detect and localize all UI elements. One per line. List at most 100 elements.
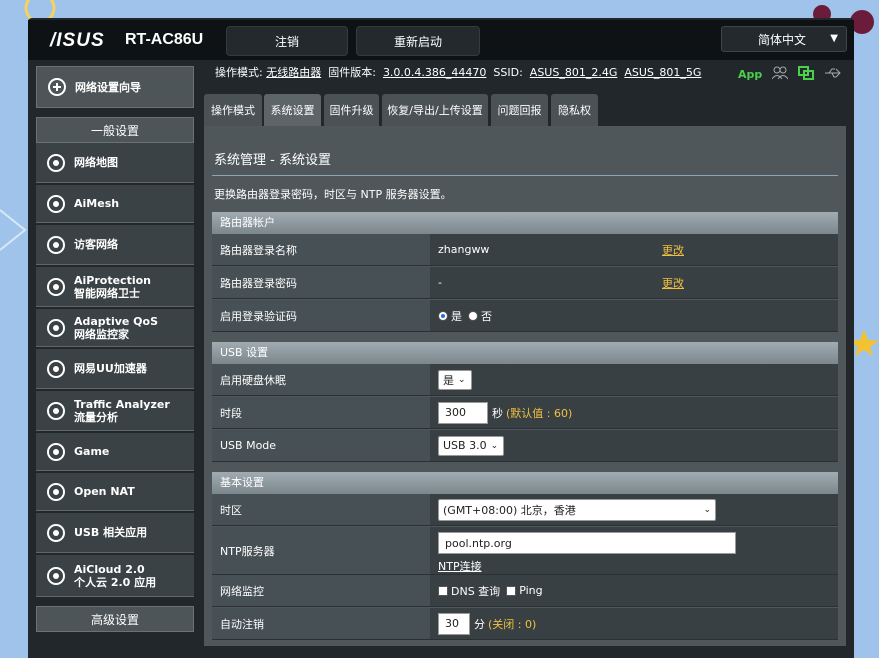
- sidebar-item-uu-accelerator[interactable]: 网易UU加速器: [36, 349, 194, 389]
- sidebar-item-label: 网易UU加速器: [74, 362, 147, 375]
- tab-privacy[interactable]: 隐私权: [551, 94, 598, 126]
- sidebar-item-label: Open NAT: [74, 485, 135, 498]
- sidebar-item-network-map[interactable]: 网络地图: [36, 143, 194, 183]
- tab-restore-save[interactable]: 恢复/导出/上传设置: [382, 94, 488, 126]
- sidebar-item-label: 访客网络: [74, 238, 118, 251]
- sidebar-item-label: 网络设置向导: [75, 81, 141, 94]
- sidebar-item-label: AiCloud 2.0: [74, 562, 145, 576]
- uu-accelerator-icon: [42, 355, 70, 383]
- sidebar-item-sublabel: 个人云 2.0 应用: [74, 575, 157, 589]
- ssid-label: SSID:: [493, 66, 523, 79]
- auto-logout-hint: (关闭 : 0): [488, 617, 537, 631]
- sidebar-item-game[interactable]: Game: [36, 433, 194, 471]
- login-name-value: zhangww: [438, 243, 490, 256]
- sidebar-item-traffic-analyzer[interactable]: Traffic Analyzer 流量分析: [36, 391, 194, 431]
- dns-query-checkbox[interactable]: [438, 585, 448, 596]
- reboot-button[interactable]: 重新启动: [356, 26, 480, 56]
- table-row: 路由器登录密码 - 更改: [212, 267, 838, 299]
- captcha-no-label: 否: [481, 309, 492, 323]
- qos-icon: [42, 314, 70, 342]
- ping-label: Ping: [519, 584, 543, 597]
- ping-checkbox[interactable]: [506, 585, 517, 596]
- section-router-account: 路由器帐户: [212, 212, 838, 234]
- dns-query-label: DNS 查询: [451, 584, 501, 598]
- sidebar-item-open-nat[interactable]: Open NAT: [36, 473, 194, 511]
- usb-app-icon: [42, 519, 70, 547]
- general-settings-header: 一般设置: [36, 117, 194, 143]
- change-password-link[interactable]: 更改: [662, 275, 684, 291]
- table-row: NTP服务器 pool.ntp.org NTP连接: [212, 527, 838, 575]
- sidebar-item-label: Traffic Analyzer: [74, 397, 170, 411]
- change-login-name-link[interactable]: 更改: [662, 242, 684, 258]
- aimesh-icon: [42, 190, 70, 218]
- captcha-no-radio[interactable]: [468, 310, 478, 321]
- page-title: 系统管理 - 系统设置: [214, 153, 331, 168]
- section-usb: USB 设置: [212, 342, 838, 364]
- ntp-server-label: NTP服务器: [212, 527, 430, 574]
- status-icons: App: [738, 66, 842, 83]
- aiprotection-icon: [42, 273, 70, 301]
- language-select[interactable]: 简体中文 ▼: [721, 26, 847, 52]
- sidebar-item-label: 网络地图: [74, 156, 118, 169]
- auto-logout-unit: 分: [474, 617, 485, 631]
- usb-icon[interactable]: [824, 67, 842, 82]
- usb-mode-label: USB Mode: [212, 430, 430, 461]
- sidebar-item-label: AiProtection: [74, 273, 151, 287]
- captcha-yes-radio[interactable]: [438, 310, 448, 321]
- tab-firmware-upgrade[interactable]: 固件升级: [324, 94, 379, 126]
- period-label: 时段: [212, 397, 430, 428]
- hdd-sleep-select[interactable]: 是 ⌄: [438, 369, 472, 390]
- sidebar-item-sublabel: 智能网络卫士: [74, 286, 140, 300]
- sidebar-item-aimesh[interactable]: AiMesh: [36, 185, 194, 223]
- sidebar-item-guest-network[interactable]: 访客网络: [36, 225, 194, 265]
- network-icon[interactable]: [798, 66, 815, 83]
- ntp-server-input[interactable]: pool.ntp.org: [438, 532, 736, 554]
- login-name-label: 路由器登录名称: [212, 234, 430, 265]
- logout-button[interactable]: 注销: [226, 26, 348, 56]
- table-row: 时区 (GMT+08:00) 北京，香港 ⌄: [212, 494, 838, 526]
- period-input[interactable]: 300: [438, 401, 488, 424]
- mode-value-link[interactable]: 无线路由器: [266, 66, 321, 79]
- advanced-settings-header: 高级设置: [36, 606, 194, 632]
- table-row: 路由器登录名称 zhangww 更改: [212, 234, 838, 266]
- login-password-value: -: [438, 276, 442, 289]
- page-description: 更换路由器登录密码，时区与 NTP 服务器设置。: [214, 188, 452, 201]
- timezone-value: (GMT+08:00) 北京，香港: [443, 503, 576, 517]
- ssid-24-link[interactable]: ASUS_801_2.4G: [530, 66, 618, 79]
- game-icon: [42, 438, 70, 466]
- chevron-down-icon: ⌄: [458, 374, 466, 385]
- aicloud-icon: [42, 562, 70, 590]
- ntp-link[interactable]: NTP连接: [438, 558, 838, 574]
- network-monitor-label: 网络监控: [212, 575, 430, 606]
- timezone-select[interactable]: (GMT+08:00) 北京，香港 ⌄: [438, 498, 716, 521]
- map-icon: [42, 149, 70, 177]
- captcha-label: 启用登录验证码: [212, 300, 430, 331]
- period-unit: 秒: [492, 406, 503, 420]
- open-nat-icon: [42, 478, 70, 506]
- table-row: 时段 300 秒 (默认值 : 60): [212, 397, 838, 429]
- tab-system-settings[interactable]: 系统设置: [264, 94, 321, 126]
- sidebar-item-usb-application[interactable]: USB 相关应用: [36, 513, 194, 553]
- sidebar-item-adaptive-qos[interactable]: Adaptive QoS 网络监控家: [36, 309, 194, 347]
- auto-logout-input[interactable]: 30: [438, 612, 470, 635]
- sidebar-item-aicloud[interactable]: AiCloud 2.0 个人云 2.0 应用: [36, 555, 194, 597]
- ssid-5-link[interactable]: ASUS_801_5G: [624, 66, 701, 79]
- users-icon[interactable]: [771, 66, 789, 83]
- sidebar-item-wizard[interactable]: 网络设置向导: [36, 66, 194, 108]
- sidebar-item-aiprotection[interactable]: AiProtection 智能网络卫士: [36, 267, 194, 307]
- divider: [212, 175, 838, 176]
- captcha-yes-label: 是: [451, 309, 462, 323]
- usb-mode-select[interactable]: USB 3.0 ⌄: [438, 435, 504, 456]
- asus-logo: /ISUS: [50, 30, 105, 51]
- tab-operation-mode[interactable]: 操作模式: [204, 94, 262, 126]
- traffic-analyzer-icon: [42, 397, 70, 425]
- model-name: RT-AC86U: [125, 31, 204, 48]
- timezone-label: 时区: [212, 494, 430, 525]
- usb-mode-value: USB 3.0: [443, 439, 487, 452]
- app-link[interactable]: App: [738, 68, 762, 81]
- firmware-link[interactable]: 3.0.0.4.386_44470: [383, 66, 486, 79]
- tab-feedback[interactable]: 问题回报: [491, 94, 548, 126]
- period-hint: (默认值 : 60): [506, 406, 573, 420]
- sidebar-item-label: Adaptive QoS: [74, 314, 159, 328]
- table-row: 自动注销 30 分 (关闭 : 0): [212, 608, 838, 640]
